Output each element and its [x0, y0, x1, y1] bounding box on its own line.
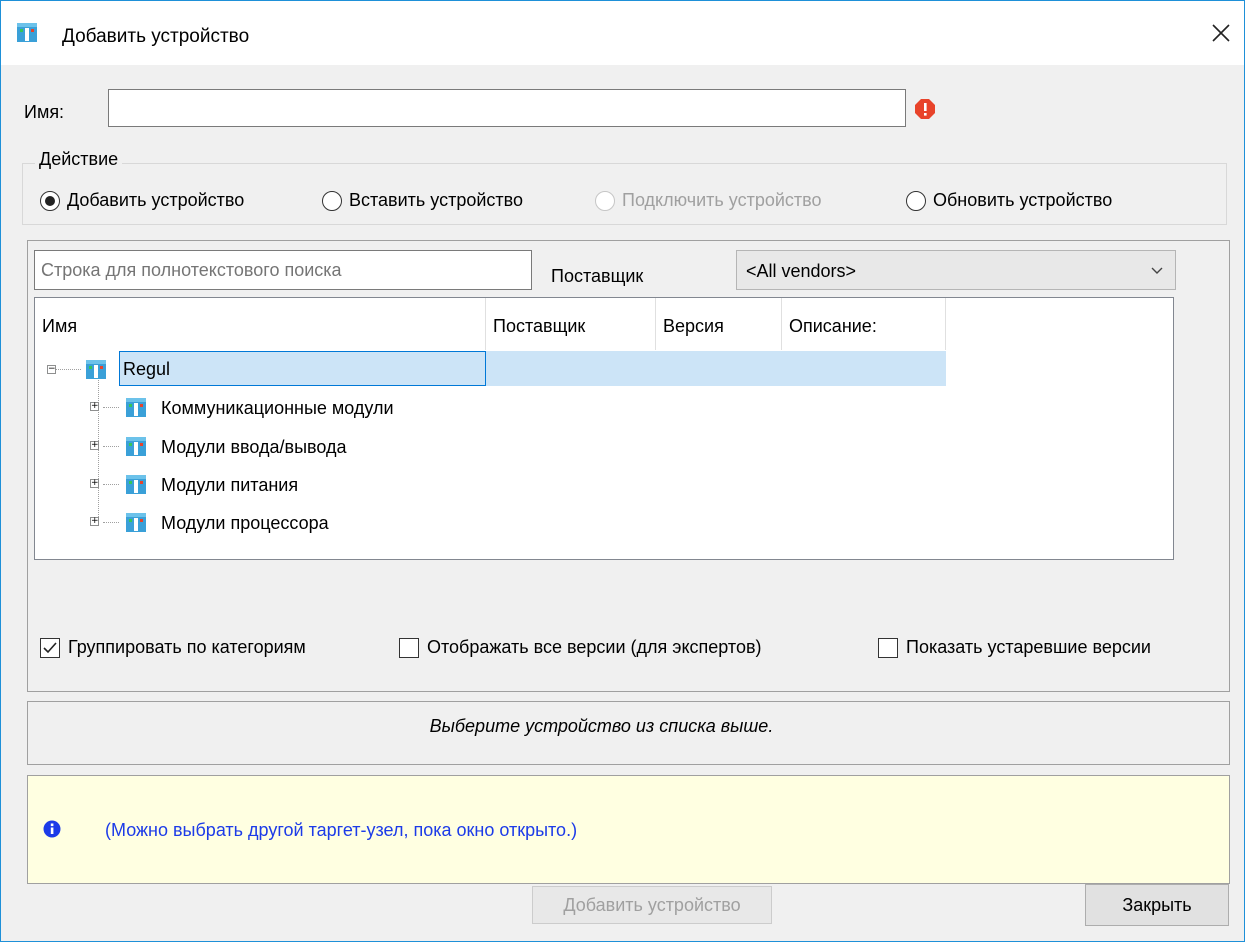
expand-icon[interactable]: + — [90, 402, 99, 411]
checkbox-box — [40, 637, 60, 658]
tree-line — [103, 446, 119, 447]
radio-label: Вставить устройство — [349, 190, 524, 210]
show-all-versions-checkbox[interactable]: Отображать все версии (для экспертов) — [399, 637, 762, 658]
device-category-icon — [86, 360, 106, 379]
show-outdated-checkbox[interactable]: Показать устаревшие версии — [878, 637, 1151, 658]
expand-icon[interactable]: + — [90, 479, 99, 488]
checkbox-label: Отображать все версии (для экспертов) — [427, 637, 762, 657]
collapse-icon[interactable]: − — [47, 365, 56, 374]
vendor-select[interactable]: <All vendors> — [736, 250, 1176, 290]
checkbox-label: Группировать по категориям — [68, 637, 306, 657]
device-category-icon — [126, 513, 146, 532]
info-icon — [43, 820, 61, 838]
group-by-category-checkbox[interactable]: Группировать по категориям — [40, 637, 306, 658]
column-header-name[interactable]: Имя — [35, 298, 486, 350]
column-header-version[interactable]: Версия — [656, 298, 782, 350]
description-text: Выберите устройство из списка выше. — [429, 716, 774, 736]
app-icon — [17, 23, 37, 42]
radio-indicator — [322, 190, 342, 211]
checkbox-box — [878, 637, 898, 658]
radio-label: Добавить устройство — [67, 190, 245, 210]
tree-node-io-modules[interactable]: Модули ввода/вывода — [161, 437, 347, 458]
radio-update-device[interactable]: Обновить устройство — [906, 190, 1112, 211]
column-header-description[interactable]: Описание: — [782, 298, 946, 350]
checkmark-icon — [43, 641, 57, 653]
search-input[interactable] — [34, 250, 532, 290]
radio-indicator — [40, 190, 60, 211]
radio-insert-device[interactable]: Вставить устройство — [322, 190, 523, 211]
device-tree[interactable]: Имя Поставщик Версия Описание: − Regul +… — [34, 297, 1174, 560]
action-legend: Действие — [35, 149, 123, 170]
info-text: (Можно выбрать другой таргет-узел, пока … — [105, 820, 578, 840]
name-label: Имя: — [24, 102, 65, 122]
selected-row-focus — [119, 351, 486, 386]
expand-icon[interactable]: + — [90, 441, 99, 450]
close-button[interactable]: Закрыть — [1085, 884, 1229, 926]
tree-node-regul[interactable]: Regul — [123, 359, 170, 380]
checkbox-label: Показать устаревшие версии — [906, 637, 1151, 657]
radio-add-device[interactable]: Добавить устройство — [40, 190, 244, 211]
checkbox-box — [399, 637, 419, 658]
radio-label: Обновить устройство — [933, 190, 1113, 210]
title-bar: Добавить устройство — [1, 1, 1244, 65]
tree-line — [56, 369, 81, 370]
window-title: Добавить устройство — [62, 26, 250, 47]
name-input[interactable] — [108, 89, 906, 127]
radio-indicator — [906, 190, 926, 211]
tree-node-power-modules[interactable]: Модули питания — [161, 475, 298, 496]
close-icon[interactable] — [1198, 13, 1244, 53]
device-category-icon — [126, 398, 146, 417]
error-icon — [915, 99, 935, 119]
radio-label: Подключить устройство — [622, 190, 822, 210]
device-category-icon — [126, 437, 146, 456]
device-category-icon — [126, 475, 146, 494]
tree-line — [103, 407, 119, 408]
radio-indicator — [595, 190, 615, 211]
vendor-select-value: <All vendors> — [746, 261, 857, 281]
vendor-label: Поставщик — [551, 266, 644, 286]
column-header-vendor[interactable]: Поставщик — [486, 298, 656, 350]
tree-line — [103, 484, 119, 485]
radio-connect-device: Подключить устройство — [595, 190, 822, 211]
expand-icon[interactable]: + — [90, 517, 99, 526]
tree-line — [103, 522, 119, 523]
tree-node-processor-modules[interactable]: Модули процессора — [161, 513, 329, 534]
chevron-down-icon — [1151, 267, 1163, 274]
add-device-button[interactable]: Добавить устройство — [532, 886, 772, 924]
tree-node-communication-modules[interactable]: Коммуникационные модули — [161, 398, 394, 419]
